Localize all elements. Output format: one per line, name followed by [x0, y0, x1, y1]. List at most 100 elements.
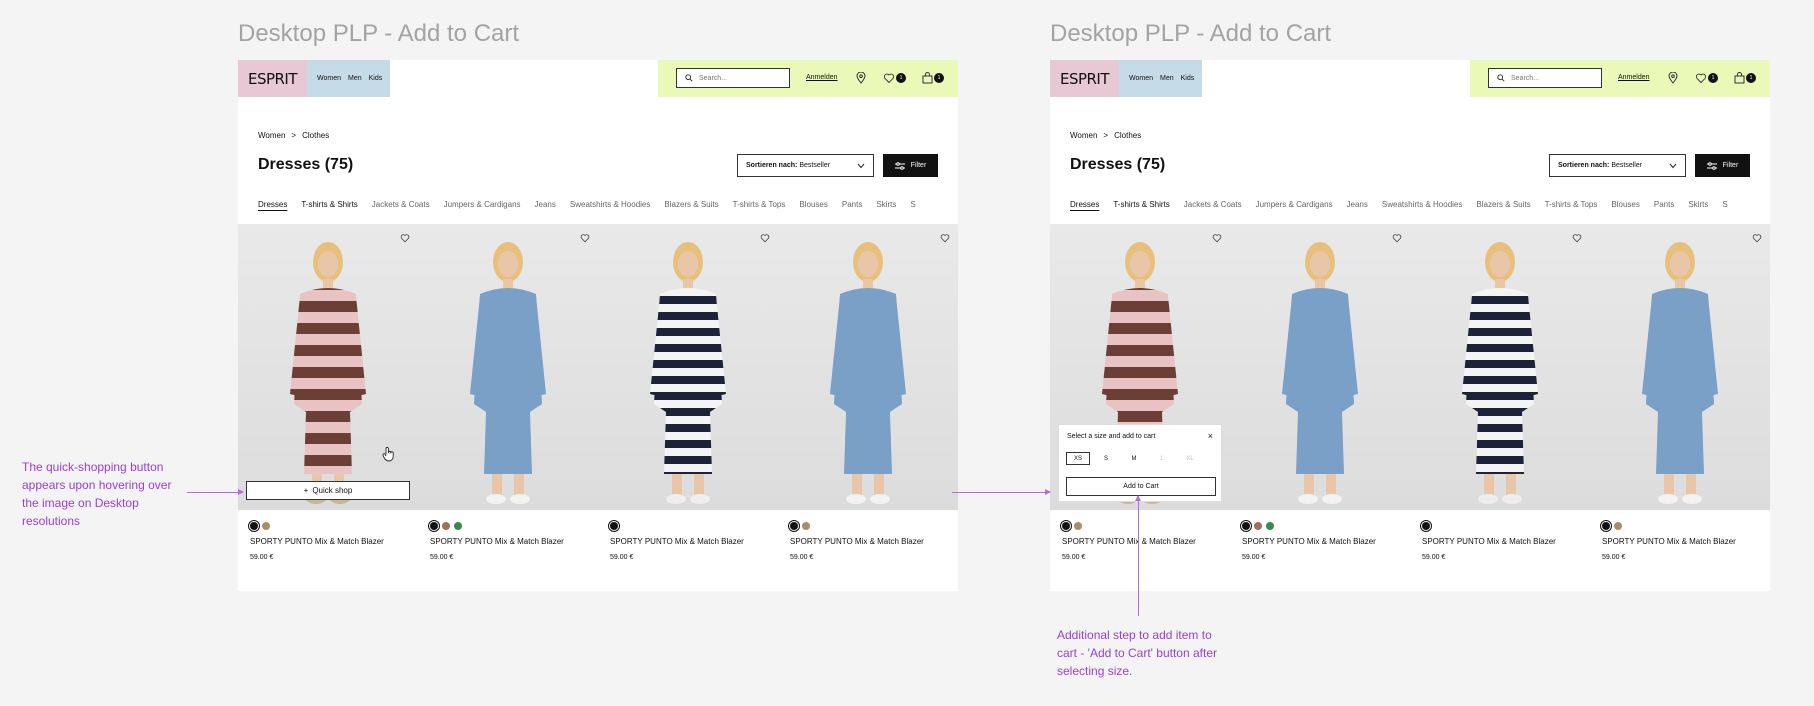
breadcrumb-clothes[interactable]: Clothes — [1114, 131, 1141, 140]
nav-item-men[interactable]: Men — [1160, 75, 1174, 82]
category-tab[interactable]: T-shirts & Shirts — [1113, 200, 1169, 209]
category-tab[interactable]: S — [910, 200, 915, 209]
category-tab[interactable]: Jeans — [1347, 200, 1368, 209]
search-input[interactable]: Search... — [1488, 68, 1602, 88]
product-card[interactable]: SPORTY PUNTO Mix & Match Blazer 59.00 € — [1230, 224, 1410, 561]
breadcrumb-clothes[interactable]: Clothes — [302, 131, 329, 140]
wishlist-heart-icon[interactable] — [1392, 230, 1402, 248]
product-name[interactable]: SPORTY PUNTO Mix & Match Blazer — [1602, 537, 1770, 546]
wishlist-heart-icon[interactable] — [760, 230, 770, 248]
nav-item-kids[interactable]: Kids — [1181, 75, 1195, 82]
size-option-s[interactable]: S — [1094, 452, 1118, 465]
sort-dropdown[interactable]: Sortieren nach: Bestseller — [737, 154, 874, 177]
product-card[interactable]: SPORTY PUNTO Mix & Match Blazer 59.00 € — [418, 224, 598, 561]
login-link[interactable]: Anmelden — [806, 74, 838, 81]
color-swatch[interactable] — [1422, 522, 1430, 530]
wishlist-heart-icon[interactable] — [940, 230, 950, 248]
product-image[interactable] — [1410, 224, 1590, 510]
category-tab[interactable]: Pants — [1654, 200, 1674, 209]
size-option-xs[interactable]: XS — [1066, 452, 1090, 465]
product-card[interactable]: SPORTY PUNTO Mix & Match Blazer 59.00 € — [1590, 224, 1770, 561]
product-card[interactable]: SPORTY PUNTO Mix & Match Blazer 59.00 € — [1410, 224, 1590, 561]
category-tab[interactable]: Sweatshirts & Hoodies — [1382, 200, 1462, 209]
category-tab[interactable]: Jumpers & Cardigans — [444, 200, 521, 209]
category-tab[interactable]: Blouses — [1611, 200, 1639, 209]
store-locator-icon[interactable] — [854, 71, 868, 85]
product-image[interactable] — [598, 224, 778, 510]
sort-dropdown[interactable]: Sortieren nach: Bestseller — [1549, 154, 1686, 177]
color-swatch[interactable] — [610, 522, 618, 530]
store-locator-icon[interactable] — [1666, 71, 1680, 85]
logo-area[interactable]: ESPRIT — [1050, 60, 1119, 97]
wishlist-icon[interactable] — [882, 71, 896, 85]
color-swatch[interactable] — [802, 522, 810, 530]
cart-icon[interactable] — [1732, 71, 1746, 85]
add-to-cart-button[interactable]: Add to Cart — [1066, 477, 1216, 496]
filter-button[interactable]: Filter — [1695, 154, 1750, 177]
size-option-m[interactable]: M — [1122, 452, 1146, 465]
category-tab[interactable]: Dresses — [258, 200, 287, 209]
category-tab[interactable]: Jackets & Coats — [1184, 200, 1242, 209]
breadcrumb-women[interactable]: Women — [258, 131, 285, 140]
breadcrumb-women[interactable]: Women — [1070, 131, 1097, 140]
color-swatch[interactable] — [1254, 522, 1262, 530]
color-swatch[interactable] — [454, 522, 462, 530]
product-image[interactable] — [1230, 224, 1410, 510]
category-tab[interactable]: T-shirts & Tops — [1545, 200, 1598, 209]
product-image[interactable]: + Quick shop — [238, 224, 418, 510]
wishlist-heart-icon[interactable] — [1212, 230, 1222, 248]
color-swatch[interactable] — [790, 522, 798, 530]
product-name[interactable]: SPORTY PUNTO Mix & Match Blazer — [1062, 537, 1230, 546]
product-card[interactable]: + Quick shop SPORTY PUNTO Mix & Match Bl… — [238, 224, 418, 561]
category-tab[interactable]: Pants — [842, 200, 862, 209]
category-tab[interactable]: Jumpers & Cardigans — [1256, 200, 1333, 209]
category-tab[interactable]: T-shirts & Shirts — [301, 200, 357, 209]
category-tab[interactable]: Blazers & Suits — [664, 200, 718, 209]
search-input[interactable]: Search... — [676, 68, 790, 88]
product-image[interactable] — [418, 224, 598, 510]
category-tab[interactable]: Skirts — [876, 200, 896, 209]
product-image[interactable] — [778, 224, 958, 510]
wishlist-heart-icon[interactable] — [580, 230, 590, 248]
wishlist-heart-icon[interactable] — [400, 230, 410, 248]
nav-item-women[interactable]: Women — [317, 75, 341, 82]
category-tab[interactable]: Sweatshirts & Hoodies — [570, 200, 650, 209]
product-name[interactable]: SPORTY PUNTO Mix & Match Blazer — [790, 537, 958, 546]
nav-item-men[interactable]: Men — [348, 75, 362, 82]
color-swatch[interactable] — [1074, 522, 1082, 530]
product-image[interactable]: Select a size and add to cart × XS S M L XL … — [1050, 224, 1230, 510]
color-swatch[interactable] — [1266, 522, 1274, 530]
product-name[interactable]: SPORTY PUNTO Mix & Match Blazer — [250, 537, 418, 546]
close-icon[interactable]: × — [1208, 431, 1213, 441]
category-tab[interactable]: Jackets & Coats — [372, 200, 430, 209]
product-name[interactable]: SPORTY PUNTO Mix & Match Blazer — [610, 537, 778, 546]
color-swatch[interactable] — [1062, 522, 1070, 530]
product-name[interactable]: SPORTY PUNTO Mix & Match Blazer — [430, 537, 598, 546]
category-tab[interactable]: Blouses — [799, 200, 827, 209]
logo-area[interactable]: ESPRIT — [238, 60, 307, 97]
color-swatch[interactable] — [250, 522, 258, 530]
category-tab[interactable]: S — [1722, 200, 1727, 209]
color-swatch[interactable] — [442, 522, 450, 530]
product-card[interactable]: SPORTY PUNTO Mix & Match Blazer 59.00 € — [778, 224, 958, 561]
wishlist-heart-icon[interactable] — [1572, 230, 1582, 248]
category-tab[interactable]: Skirts — [1688, 200, 1708, 209]
esprit-logo[interactable]: ESPRIT — [248, 70, 298, 88]
color-swatch[interactable] — [262, 522, 270, 530]
category-tab[interactable]: Jeans — [535, 200, 556, 209]
color-swatch[interactable] — [1614, 522, 1622, 530]
product-card[interactable]: Select a size and add to cart × XS S M L XL … — [1050, 224, 1230, 561]
nav-item-women[interactable]: Women — [1129, 75, 1153, 82]
esprit-logo[interactable]: ESPRIT — [1060, 70, 1110, 88]
product-image[interactable] — [1590, 224, 1770, 510]
color-swatch[interactable] — [1602, 522, 1610, 530]
filter-button[interactable]: Filter — [883, 154, 938, 177]
product-name[interactable]: SPORTY PUNTO Mix & Match Blazer — [1242, 537, 1410, 546]
color-swatch[interactable] — [430, 522, 438, 530]
category-tab[interactable]: Dresses — [1070, 200, 1099, 209]
product-name[interactable]: SPORTY PUNTO Mix & Match Blazer — [1422, 537, 1590, 546]
wishlist-icon[interactable] — [1694, 71, 1708, 85]
nav-item-kids[interactable]: Kids — [369, 75, 383, 82]
category-tab[interactable]: Blazers & Suits — [1476, 200, 1530, 209]
login-link[interactable]: Anmelden — [1618, 74, 1650, 81]
